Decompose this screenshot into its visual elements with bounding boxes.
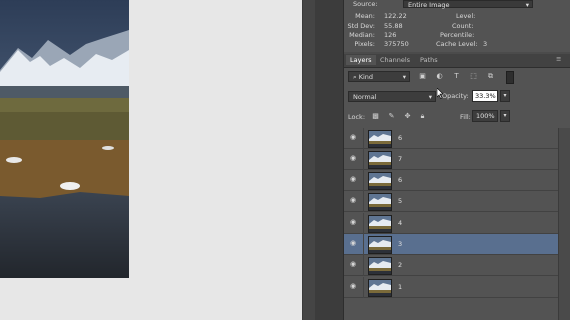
visibility-separator <box>363 213 364 234</box>
lock-all-icon[interactable]: 🔒︎ <box>418 112 427 121</box>
visibility-separator <box>363 191 364 212</box>
stat-pixels-label: Pixels: <box>354 40 375 48</box>
lock-image-pixels-icon[interactable]: ✎ <box>387 112 396 121</box>
layer-thumbnail <box>368 172 392 190</box>
stat-stddev-label: Std Dev: <box>347 22 375 30</box>
layer-name: 6 <box>398 176 403 184</box>
tab-paths[interactable]: Paths <box>420 56 438 64</box>
layer-name: 3 <box>398 240 403 248</box>
layer-thumbnail <box>368 236 392 254</box>
layers-scrollbar[interactable] <box>558 128 570 320</box>
blend-mode-value: Normal <box>353 93 377 101</box>
eye-icon[interactable]: ◉ <box>350 155 359 162</box>
opacity-slider-toggle[interactable]: ▾ <box>500 90 510 102</box>
stat-mean-value: 122.22 <box>384 12 407 20</box>
stat-count-label: Count: <box>452 22 474 30</box>
source-select[interactable]: Entire Image ▾ <box>403 0 533 9</box>
visibility-separator <box>363 170 364 191</box>
eye-icon[interactable]: ◉ <box>350 240 359 247</box>
smart-object-filter-icon[interactable]: ⧉ <box>486 72 495 81</box>
shape-filter-icon[interactable]: ⬚ <box>469 72 478 81</box>
fill-slider-toggle[interactable]: ▾ <box>500 110 510 122</box>
eye-icon[interactable]: ◉ <box>350 219 359 226</box>
eye-icon[interactable]: ◉ <box>350 134 359 141</box>
layer-row[interactable]: ◉ 6 <box>344 128 558 149</box>
layer-row[interactable]: ◉ 6 <box>344 170 558 191</box>
panel-menu-icon[interactable]: ≡ <box>556 55 561 63</box>
landscape-photo <box>0 0 129 278</box>
layer-name: 6 <box>398 134 403 142</box>
lock-position-icon[interactable]: ✥ <box>403 112 412 121</box>
fill-label: Fill: <box>460 113 471 121</box>
fill-input[interactable]: 100% <box>472 110 498 122</box>
opacity-value: 33.3% <box>475 92 496 100</box>
eye-icon[interactable]: ◉ <box>350 283 359 290</box>
layer-row[interactable]: ◉ 4 <box>344 213 558 234</box>
layer-name: 4 <box>398 219 403 227</box>
filter-kind-value: Kind <box>358 73 374 81</box>
mouse-pointer-icon <box>437 88 444 99</box>
lock-label: Lock: <box>348 113 366 121</box>
layer-thumbnail <box>368 130 392 148</box>
eye-icon[interactable]: ◉ <box>350 261 359 268</box>
stat-stddev-value: 55.88 <box>384 22 403 30</box>
visibility-separator <box>363 255 364 276</box>
source-label: Source: <box>353 0 378 8</box>
filter-toggle-switch[interactable] <box>506 71 514 84</box>
type-filter-icon[interactable]: T <box>452 72 461 81</box>
stat-cache-level-label: Cache Level: <box>436 40 478 48</box>
stat-median-label: Median: <box>349 31 375 39</box>
pixel-filter-icon[interactable]: ▣ <box>418 72 427 81</box>
layer-thumbnail <box>368 257 392 275</box>
opacity-label: Opacity: <box>442 92 469 100</box>
panel-dock-gap <box>315 0 344 320</box>
opacity-input[interactable]: 33.3% <box>472 90 498 102</box>
adjustment-filter-icon[interactable]: ◐ <box>435 72 444 81</box>
layer-row[interactable]: ◉ 5 <box>344 191 558 212</box>
document-image[interactable] <box>0 0 129 278</box>
visibility-separator <box>363 128 364 149</box>
layer-name: 2 <box>398 261 403 269</box>
layer-thumbnail <box>368 215 392 233</box>
chevron-down-icon: ▾ <box>402 73 406 81</box>
stat-cache-level-value: 3 <box>483 40 488 48</box>
filter-kind-select[interactable]: ⌕ Kind ▾ <box>348 71 410 82</box>
tab-layers[interactable]: Layers <box>346 55 376 65</box>
visibility-separator <box>363 234 364 255</box>
layer-row[interactable]: ◉ 3 <box>344 234 558 255</box>
layer-thumbnail <box>368 279 392 297</box>
visibility-separator <box>363 149 364 170</box>
stat-pixels-value: 375750 <box>384 40 409 48</box>
layer-row[interactable]: ◉ 2 <box>344 255 558 276</box>
lock-transparent-pixels-icon[interactable]: ▩ <box>371 112 380 121</box>
eye-icon[interactable]: ◉ <box>350 197 359 204</box>
layer-name: 5 <box>398 197 403 205</box>
layer-name: 7 <box>398 155 403 163</box>
chevron-down-icon: ▾ <box>428 93 432 101</box>
layer-row[interactable]: ◉ 1 <box>344 277 558 298</box>
layer-row[interactable]: ◉ 7 <box>344 149 558 170</box>
tab-channels[interactable]: Channels <box>380 56 410 64</box>
stat-percentile-label: Percentile: <box>440 31 475 39</box>
panel-divider[interactable] <box>302 0 316 320</box>
source-value: Entire Image <box>408 1 450 9</box>
layer-name: 1 <box>398 283 403 291</box>
fill-value: 100% <box>476 112 495 120</box>
layer-thumbnail <box>368 193 392 211</box>
stat-median-value: 126 <box>384 31 397 39</box>
layer-thumbnail <box>368 151 392 169</box>
blend-mode-select[interactable]: Normal ▾ <box>348 91 436 102</box>
visibility-separator <box>363 277 364 298</box>
search-icon: ⌕ <box>353 73 357 81</box>
stat-level-label: Level: <box>456 12 476 20</box>
eye-icon[interactable]: ◉ <box>350 176 359 183</box>
chevron-down-icon: ▾ <box>525 1 529 9</box>
stat-mean-label: Mean: <box>355 12 375 20</box>
layers-panel-tabs: Layers Channels Paths ≡ <box>344 54 570 68</box>
